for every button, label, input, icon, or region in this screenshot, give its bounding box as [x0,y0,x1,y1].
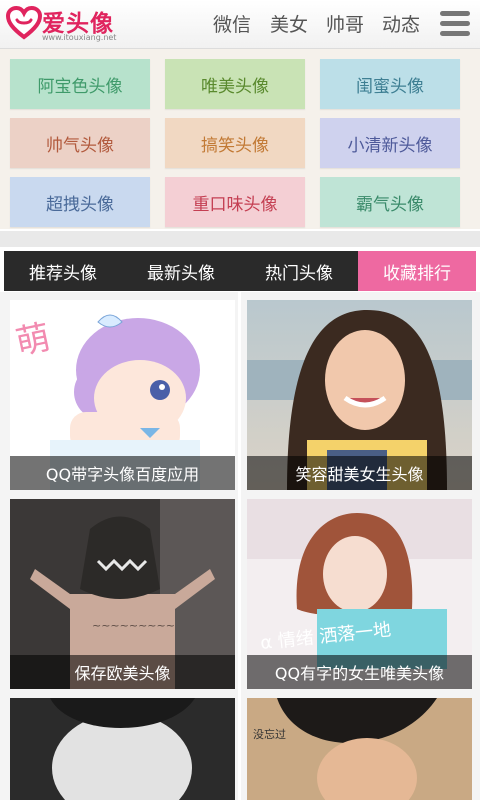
category-label: 帅气头像 [46,135,114,156]
section-divider [0,231,480,247]
category-weimei[interactable]: 唯美头像 [165,59,305,109]
logo-url: www.itouxiang.net [42,33,117,42]
category-zhongkouwei[interactable]: 重口味头像 [165,177,305,227]
category-label: 阿宝色头像 [37,76,123,97]
avatar-grid: 萌 QQ带字头像百度应用 笑容甜美女生头像 ~~~~~~~~~ 保存欧美头像 α… [0,292,480,800]
category-gaoxiao[interactable]: 搞笑头像 [165,118,305,168]
tab-label: 最新头像 [147,263,215,284]
category-label: 重口味头像 [192,194,278,215]
category-baqi[interactable]: 霸气头像 [320,177,460,227]
category-label: 霸气头像 [356,194,424,215]
avatar-card[interactable]: ~~~~~~~~~ 保存欧美头像 [10,499,235,689]
category-shuaiqi[interactable]: 帅气头像 [10,118,150,168]
tab-bar: 推荐头像 最新头像 热门头像 收藏排行 [4,251,476,291]
category-label: 超拽头像 [46,194,114,215]
category-guimi[interactable]: 闺蜜头像 [320,59,460,109]
avatar-card[interactable]: 没忘过 [247,698,472,800]
avatar-card[interactable]: 笑容甜美女生头像 [247,300,472,490]
nav-meinv[interactable]: 美女 [270,10,308,37]
avatar-caption: QQ带字头像百度应用 [10,456,235,490]
app-header: 爱头像 www.itouxiang.net 微信 美女 帅哥 动态 [0,0,480,49]
svg-text:没忘过: 没忘过 [253,727,286,741]
category-label: 闺蜜头像 [356,76,424,97]
menu-button[interactable] [436,6,472,42]
app-logo[interactable]: 爱头像 www.itouxiang.net [6,4,146,44]
category-chaozhuai[interactable]: 超拽头像 [10,177,150,227]
nav-weixin[interactable]: 微信 [213,10,251,37]
avatar-card[interactable] [10,698,235,800]
category-xiaoqingxin[interactable]: 小清新头像 [320,118,460,168]
category-abaose[interactable]: 阿宝色头像 [10,59,150,109]
tab-label: 推荐头像 [29,263,97,284]
avatar-card[interactable]: α 情绪 洒落一地 QQ有字的女生唯美头像 [247,499,472,689]
portrait-photo [10,698,235,800]
nav-dongtai[interactable]: 动态 [382,10,420,37]
grid-divider [238,292,241,800]
menu-bar-icon [440,21,470,26]
male-portrait-photo: 没忘过 [247,698,472,800]
tab-favorites-ranking[interactable]: 收藏排行 [358,251,476,291]
category-label: 唯美头像 [201,76,269,97]
avatar-card[interactable]: 萌 QQ带字头像百度应用 [10,300,235,490]
svg-text:~~~~~~~~~: ~~~~~~~~~ [92,619,175,632]
tab-label: 收藏排行 [383,263,451,284]
category-grid: 阿宝色头像 唯美头像 闺蜜头像 帅气头像 搞笑头像 小清新头像 超拽头像 重口味… [0,49,480,229]
avatar-caption: QQ有字的女生唯美头像 [247,655,472,689]
category-label: 搞笑头像 [201,135,269,156]
tab-latest[interactable]: 最新头像 [122,251,240,291]
tab-label: 热门头像 [265,263,333,284]
tab-recommended[interactable]: 推荐头像 [4,251,122,291]
tab-popular[interactable]: 热门头像 [240,251,358,291]
menu-bar-icon [440,31,470,36]
menu-bar-icon [440,11,470,16]
heart-logo-icon [6,6,42,40]
nav-shuaige[interactable]: 帅哥 [326,10,364,37]
avatar-caption: 保存欧美头像 [10,655,235,689]
category-label: 小清新头像 [347,135,433,156]
avatar-caption: 笑容甜美女生头像 [247,456,472,490]
